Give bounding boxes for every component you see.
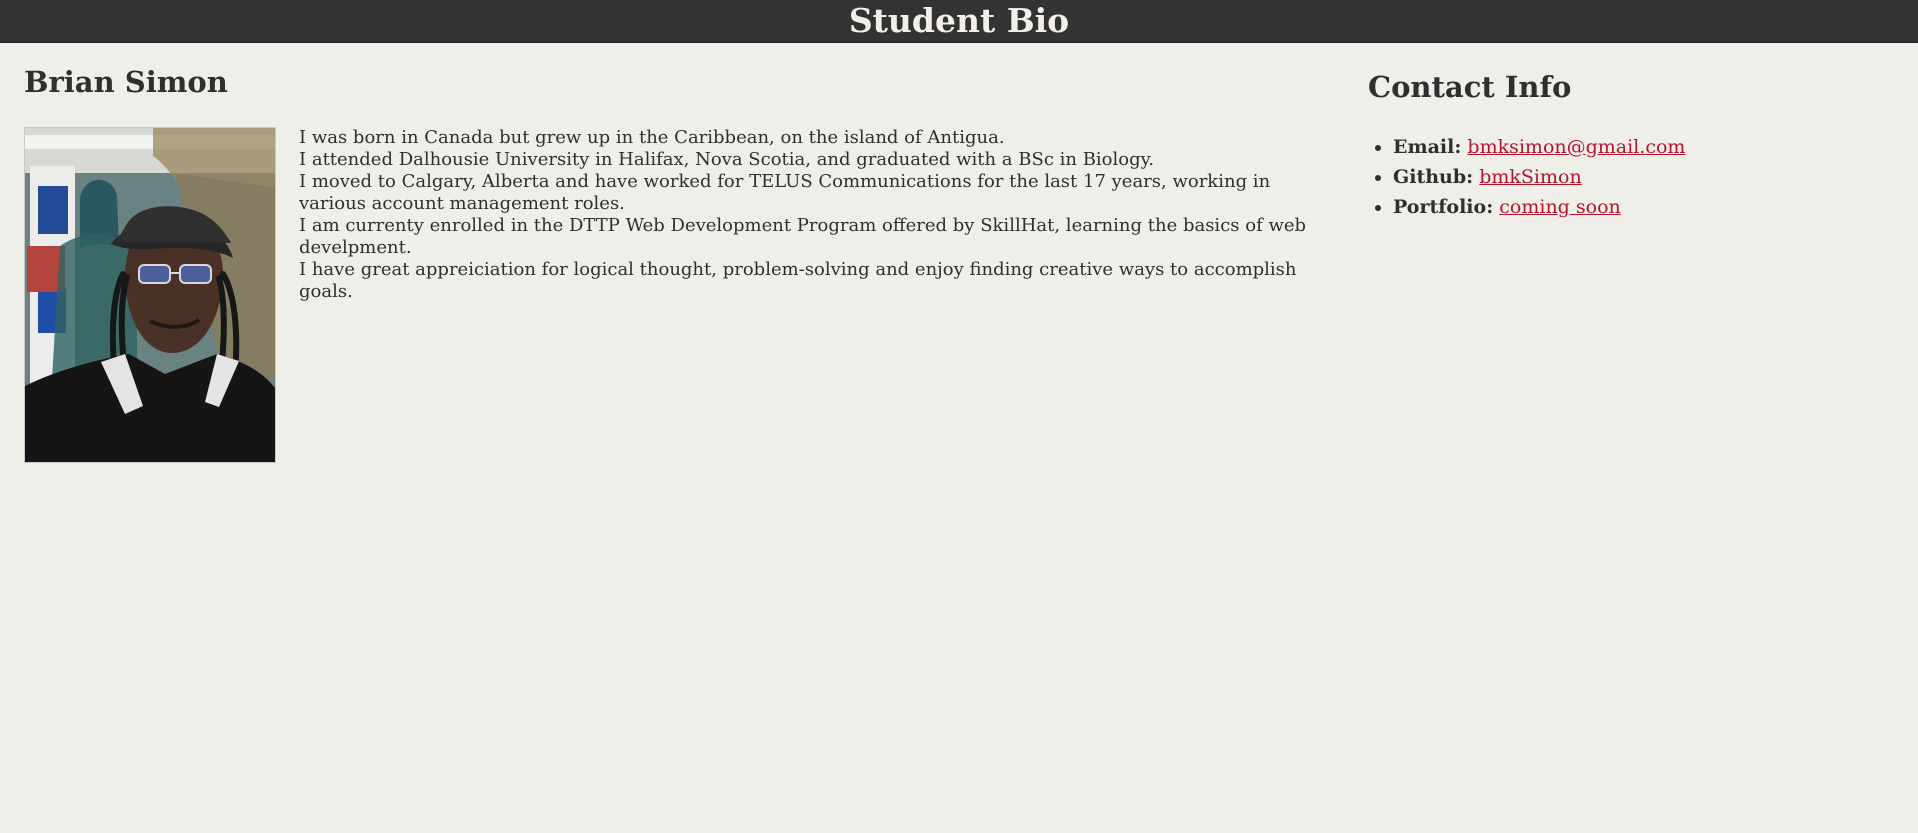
github-label: Github: — [1393, 166, 1474, 188]
portfolio-label: Portfolio: — [1393, 196, 1494, 218]
page-header: Student Bio — [0, 0, 1918, 43]
contact-info-panel: Contact Info Email: bmksimon@gmail.com G… — [1368, 67, 1868, 222]
email-label: Email: — [1393, 136, 1462, 158]
contact-item-email: Email: bmksimon@gmail.com — [1393, 132, 1868, 162]
portfolio-link[interactable]: coming soon — [1499, 196, 1620, 218]
email-link[interactable]: bmksimon@gmail.com — [1467, 136, 1685, 158]
bio-line: I attended Dalhousie University in Halif… — [299, 149, 1155, 170]
bio-line: I have great appreiciation for logical t… — [299, 259, 1297, 302]
bio-line: I am currenty enrolled in the DTTP Web D… — [299, 215, 1307, 258]
bio-section: I was born in Canada but grew up in the … — [299, 127, 1324, 303]
contact-info-title: Contact Info — [1368, 70, 1572, 104]
bio-line: I moved to Calgary, Alberta and have wor… — [299, 171, 1271, 214]
profile-photo-illustration — [25, 128, 275, 462]
student-bio-page: Brian Simon I was born in Canada but gre… — [0, 43, 1918, 833]
contact-item-github: Github: bmkSimon — [1393, 162, 1868, 192]
contact-list: Email: bmksimon@gmail.com Github: bmkSim… — [1368, 132, 1868, 222]
contact-item-portfolio: Portfolio: coming soon — [1393, 192, 1868, 222]
page-title: Student Bio — [848, 1, 1070, 40]
bio-line: I was born in Canada but grew up in the … — [299, 127, 1005, 148]
student-name: Brian Simon — [24, 65, 228, 99]
profile-photo — [24, 127, 276, 463]
github-link[interactable]: bmkSimon — [1479, 166, 1581, 188]
